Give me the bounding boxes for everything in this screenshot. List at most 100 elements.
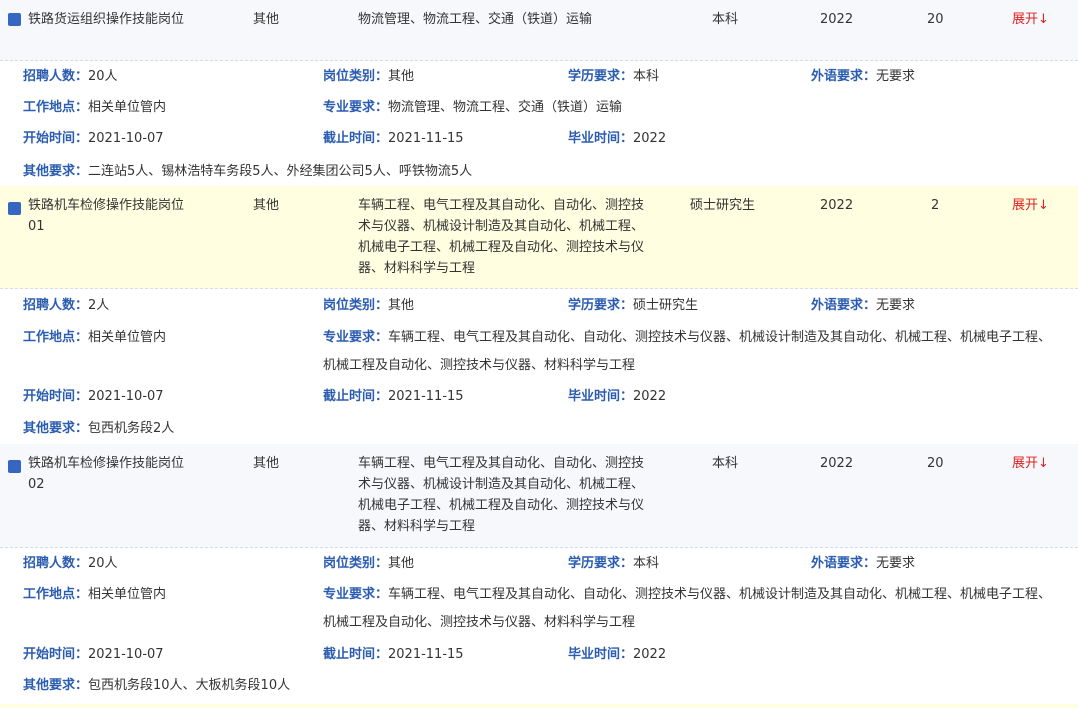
major-value: 车辆工程、电气工程及其自动化、自动化、测控技术与仪器、机械设计制造及其自动化、机… [323,330,1052,373]
start-value: 2021-10-07 [88,389,164,404]
job-major: 物流管理、物流工程、交通（铁道）运输 [358,12,593,27]
detail-deadline: 截止时间：2021-11-15 [323,386,464,408]
language-label: 外语要求： [811,69,877,84]
major-value: 车辆工程、电气工程及其自动化、自动化、测控技术与仪器、机械设计制造及其自动化、机… [323,587,1052,630]
major-label: 专业要求： [323,587,389,602]
detail-major: 专业要求：车辆工程、电气工程及其自动化、自动化、测控技术与仪器、机械设计制造及其… [323,581,1053,637]
detail-language: 外语要求：无要求 [811,553,915,575]
other-label: 其他要求： [23,421,89,436]
location-label: 工作地点： [23,330,89,345]
detail-category: 岗位类别：其他 [323,553,414,575]
major-label: 专业要求： [323,330,389,345]
detail-language: 外语要求：无要求 [811,295,915,317]
location-label: 工作地点： [23,100,89,115]
detail-category: 岗位类别：其他 [323,66,414,88]
detail-start: 开始时间：2021-10-07 [23,128,164,150]
category-value: 其他 [388,69,415,84]
education-label: 学历要求： [568,298,634,313]
job-marker-icon [8,13,21,26]
headcount-label: 招聘人数： [23,556,89,571]
other-value: 二连站5人、锡林浩特车务段5人、外经集团公司5人、呼铁物流5人 [88,164,473,179]
job-education: 本科 [712,12,739,27]
job-title[interactable]: 铁路机车检修操作技能岗位02 [28,453,198,495]
education-label: 学历要求： [568,556,634,571]
start-value: 2021-10-07 [88,131,164,146]
grad-label: 毕业时间： [568,389,634,404]
detail-grad: 毕业时间：2022 [568,644,666,666]
job-category: 其他 [253,456,280,471]
detail-grad: 毕业时间：2022 [568,386,666,408]
major-value: 物流管理、物流工程、交通（铁道）运输 [388,100,623,115]
job-row[interactable]: 铁路机车检修操作技能岗位01 其他 车辆工程、电气工程及其自动化、自动化、测控技… [0,186,1078,289]
detail-deadline: 截止时间：2021-11-15 [323,128,464,150]
detail-grad: 毕业时间：2022 [568,128,666,150]
detail-other: 其他要求：包西机务段10人、大板机务段10人 [23,675,290,697]
grad-label: 毕业时间： [568,647,634,662]
expand-toggle[interactable]: 展开↓ [1012,453,1049,474]
other-value: 包西机务段10人、大板机务段10人 [88,678,291,693]
job-title[interactable]: 铁路货运组织操作技能岗位 [28,9,198,30]
job-title[interactable]: 铁路机车检修操作技能岗位01 [28,195,198,237]
grad-value: 2022 [633,647,667,662]
detail-language: 外语要求：无要求 [811,66,915,88]
next-row-edge [0,704,1078,708]
job-row[interactable]: 铁路机车检修操作技能岗位02 其他 车辆工程、电气工程及其自动化、自动化、测控技… [0,444,1078,548]
detail-headcount: 招聘人数：20人 [23,66,118,88]
job-major: 车辆工程、电气工程及其自动化、自动化、测控技术与仪器、机械设计制造及其自动化、机… [358,456,645,534]
detail-deadline: 截止时间：2021-11-15 [323,644,464,666]
category-value: 其他 [388,556,415,571]
location-value: 相关单位管内 [88,100,167,115]
headcount-value: 2人 [88,298,110,313]
other-label: 其他要求： [23,164,89,179]
detail-major: 专业要求：车辆工程、电气工程及其自动化、自动化、测控技术与仪器、机械设计制造及其… [323,324,1053,380]
grad-value: 2022 [633,389,667,404]
language-value: 无要求 [876,69,916,84]
start-label: 开始时间： [23,131,89,146]
detail-other: 其他要求：包西机务段2人 [23,418,174,440]
job-detail: 招聘人数：2人 岗位类别：其他 学历要求：硕士研究生 外语要求：无要求 工作地点… [0,290,1078,444]
job-count: 20 [927,12,944,27]
education-value: 硕士研究生 [633,298,699,313]
job-major: 车辆工程、电气工程及其自动化、自动化、测控技术与仪器、机械设计制造及其自动化、机… [358,198,645,276]
category-label: 岗位类别： [323,298,389,313]
language-label: 外语要求： [811,298,877,313]
category-label: 岗位类别： [323,69,389,84]
detail-start: 开始时间：2021-10-07 [23,386,164,408]
job-education: 本科 [712,456,739,471]
location-value: 相关单位管内 [88,330,167,345]
detail-start: 开始时间：2021-10-07 [23,644,164,666]
expand-toggle[interactable]: 展开↓ [1012,195,1049,216]
expand-toggle[interactable]: 展开↓ [1012,9,1049,30]
education-label: 学历要求： [568,69,634,84]
detail-education: 学历要求：本科 [568,66,659,88]
headcount-label: 招聘人数： [23,298,89,313]
language-value: 无要求 [876,298,916,313]
language-value: 无要求 [876,556,916,571]
job-year: 2022 [820,456,854,471]
detail-education: 学历要求：硕士研究生 [568,295,698,317]
location-label: 工作地点： [23,587,89,602]
detail-category: 岗位类别：其他 [323,295,414,317]
detail-education: 学历要求：本科 [568,553,659,575]
major-label: 专业要求： [323,100,389,115]
job-row[interactable]: 铁路货运组织操作技能岗位 其他 物流管理、物流工程、交通（铁道）运输 本科 20… [0,0,1078,61]
detail-other: 其他要求：二连站5人、锡林浩特车务段5人、外经集团公司5人、呼铁物流5人 [23,161,472,183]
education-value: 本科 [633,556,660,571]
detail-location: 工作地点：相关单位管内 [23,97,166,119]
deadline-label: 截止时间： [323,647,389,662]
job-education: 硕士研究生 [690,198,756,213]
detail-headcount: 招聘人数：2人 [23,295,109,317]
detail-location: 工作地点：相关单位管内 [23,584,166,606]
deadline-label: 截止时间： [323,389,389,404]
job-count: 20 [927,456,944,471]
job-detail: 招聘人数：20人 岗位类别：其他 学历要求：本科 外语要求：无要求 工作地点：相… [0,549,1078,704]
category-value: 其他 [388,298,415,313]
grad-label: 毕业时间： [568,131,634,146]
detail-location: 工作地点：相关单位管内 [23,327,166,349]
start-label: 开始时间： [23,647,89,662]
job-category: 其他 [253,198,280,213]
job-marker-icon [8,202,21,215]
other-value: 包西机务段2人 [88,421,175,436]
job-detail: 招聘人数：20人 岗位类别：其他 学历要求：本科 外语要求：无要求 工作地点：相… [0,62,1078,186]
headcount-value: 20人 [88,69,118,84]
